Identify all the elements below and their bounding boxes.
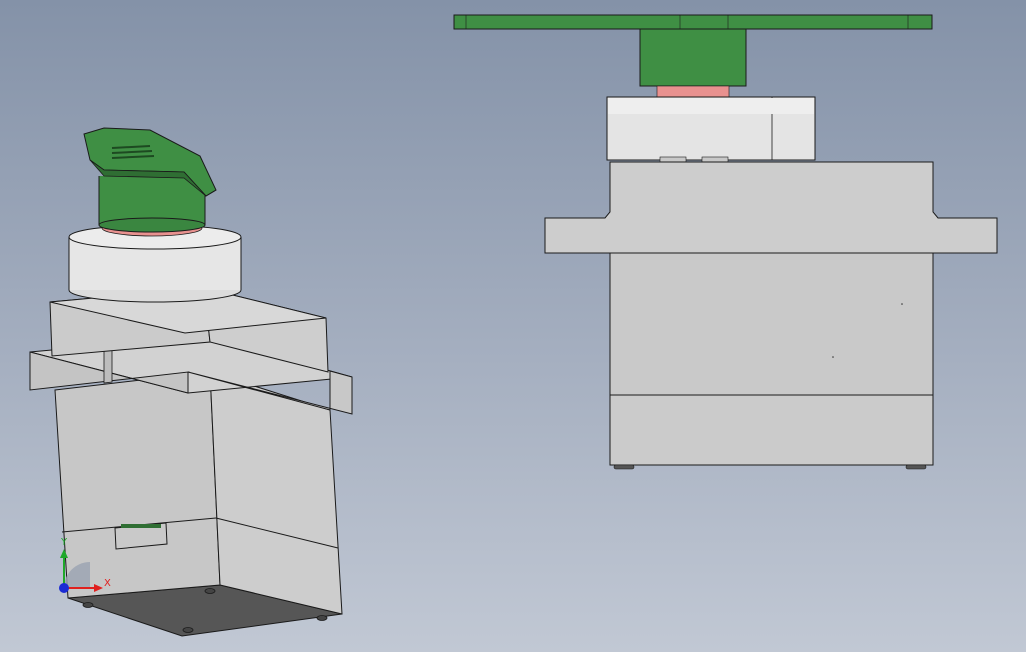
front-foot-right (905, 464, 927, 470)
foot-3 (182, 627, 194, 633)
front-shaft (656, 85, 730, 98)
front-horn-arm (453, 14, 933, 30)
speck-1 (901, 303, 903, 305)
front-lower-body (609, 252, 934, 396)
front-view[interactable] (453, 14, 998, 470)
speck-2 (832, 356, 834, 358)
graphics-viewport[interactable]: X Y (0, 0, 1026, 652)
z-axis-dot (59, 583, 69, 593)
cad-scene[interactable]: X Y (0, 0, 1026, 652)
bearing-highlight (608, 98, 814, 114)
cable-connector-detail (121, 524, 161, 528)
servo-lower-left-face (54, 371, 221, 599)
isometric-view[interactable] (29, 127, 353, 637)
x-axis-label: X (104, 578, 111, 589)
front-bottom-band (609, 394, 934, 466)
front-foot-left (613, 464, 635, 470)
front-flange (544, 161, 998, 254)
y-axis-label: Y (60, 537, 68, 548)
foot-2 (204, 588, 216, 594)
horn-hub-bottom (98, 217, 206, 233)
foot-1 (82, 602, 94, 608)
foot-4 (316, 615, 328, 621)
front-pin-2 (701, 156, 729, 163)
front-horn-hub (639, 28, 747, 87)
front-pin-1 (659, 156, 687, 163)
